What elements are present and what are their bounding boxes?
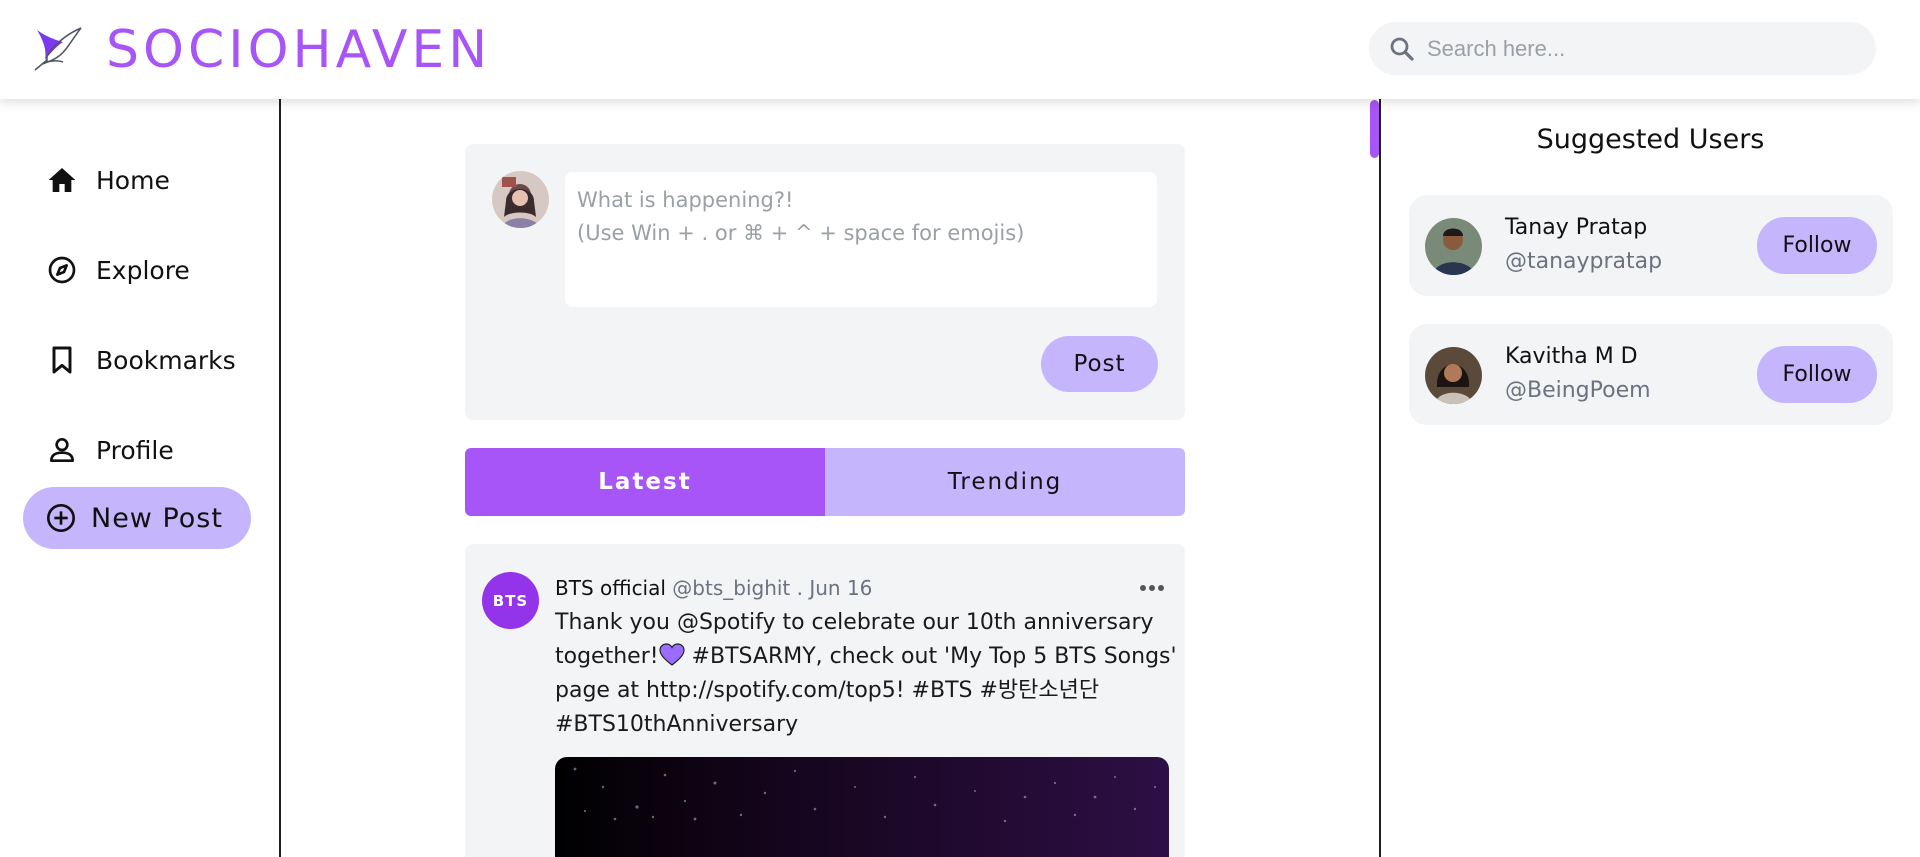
top-header: SOCIOHAVEN	[0, 0, 1920, 99]
composer-avatar[interactable]	[492, 171, 549, 228]
new-post-button[interactable]: New Post	[23, 487, 251, 549]
more-horizontal-icon[interactable]	[1139, 584, 1165, 592]
post-image[interactable]	[555, 757, 1169, 857]
nav-item-explore[interactable]: Explore	[46, 248, 190, 292]
post-author-name[interactable]: BTS official	[555, 576, 666, 600]
bookmark-icon	[52, 346, 72, 374]
user-name[interactable]: Tanay Pratap	[1505, 215, 1647, 240]
nav-item-home[interactable]: Home	[46, 158, 170, 202]
left-sidebar: Home Explore Bookmarks Profile New Post	[0, 99, 280, 857]
feed-scrollbar[interactable]	[1370, 100, 1379, 158]
post-button[interactable]: Post	[1041, 336, 1158, 392]
user-name[interactable]: Kavitha M D	[1505, 344, 1638, 369]
post-text: Thank you @Spotify to celebrate our 10th…	[555, 606, 1177, 742]
purple-heart-icon	[658, 643, 685, 666]
compass-icon	[48, 256, 76, 284]
post-header: BTS official @bts_bighit . Jun 16	[555, 576, 872, 600]
right-divider	[1379, 99, 1381, 857]
nav-item-label: Home	[96, 165, 170, 195]
user-handle: @BeingPoem	[1505, 378, 1651, 403]
nav-item-profile[interactable]: Profile	[46, 428, 174, 472]
search-bar[interactable]	[1369, 22, 1876, 75]
suggested-user-card: Kavitha M D @BeingPoem Follow	[1409, 324, 1893, 425]
post-meta: @bts_bighit . Jun 16	[672, 576, 873, 600]
user-icon	[50, 438, 74, 462]
follow-button[interactable]: Follow	[1757, 217, 1877, 274]
search-icon	[1390, 37, 1414, 61]
nav-item-label: Profile	[96, 435, 174, 465]
post-author-avatar[interactable]: BTS	[482, 572, 539, 629]
plus-circle-icon	[47, 504, 75, 532]
nav-item-label: Bookmarks	[96, 345, 236, 375]
user-avatar[interactable]	[1425, 218, 1482, 275]
feed-tabs: Latest Trending	[465, 448, 1185, 516]
tab-latest[interactable]: Latest	[465, 448, 825, 516]
post-composer: Post	[465, 144, 1185, 420]
nav-item-label: Explore	[96, 255, 190, 285]
user-avatar[interactable]	[1425, 347, 1482, 404]
bird-logo-icon[interactable]	[33, 24, 83, 72]
brand-name[interactable]: SOCIOHAVEN	[106, 20, 491, 80]
composer-textarea[interactable]	[565, 172, 1157, 307]
tab-trending[interactable]: Trending	[825, 448, 1185, 516]
suggested-users-title: Suggested Users	[1536, 124, 1765, 155]
post-card: BTS BTS official @bts_bighit . Jun 16 Th…	[465, 544, 1185, 857]
home-icon	[48, 168, 76, 192]
nav-item-bookmarks[interactable]: Bookmarks	[46, 338, 236, 382]
user-handle: @tanaypratap	[1505, 249, 1663, 274]
new-post-label: New Post	[91, 502, 223, 534]
follow-button[interactable]: Follow	[1757, 346, 1877, 403]
search-input[interactable]	[1427, 35, 1857, 62]
suggested-user-card: Tanay Pratap @tanaypratap Follow	[1409, 195, 1893, 296]
